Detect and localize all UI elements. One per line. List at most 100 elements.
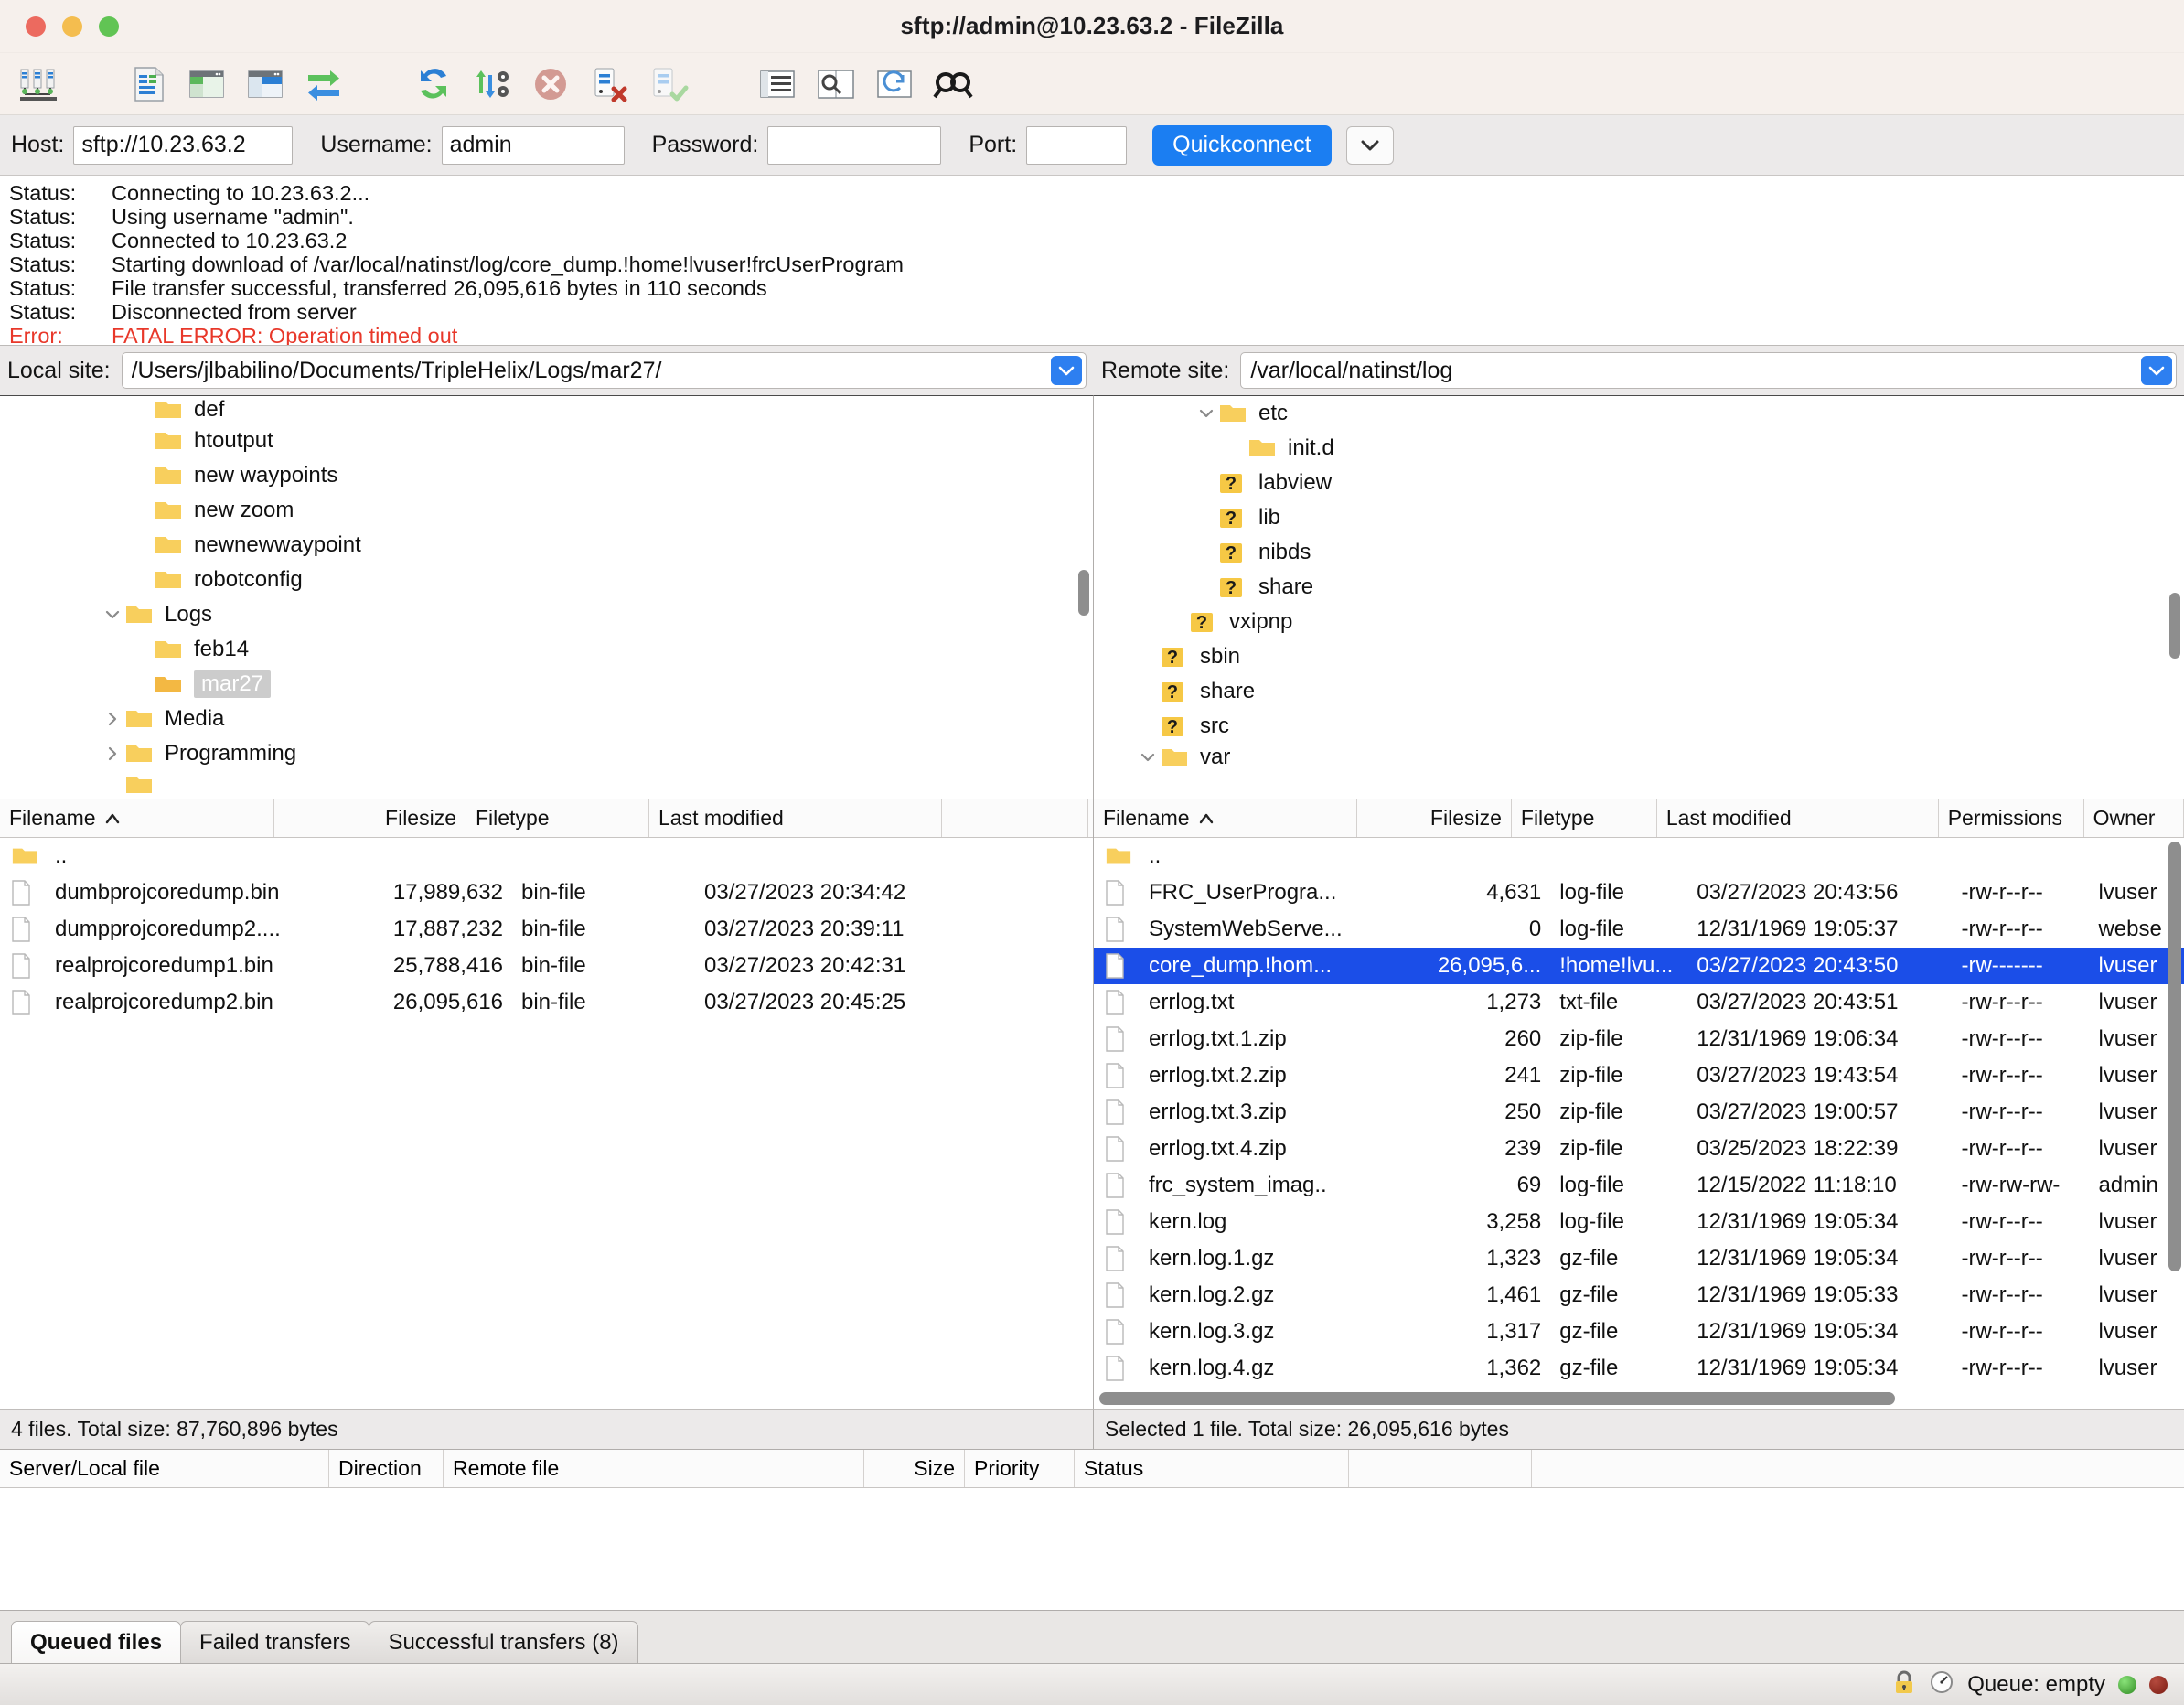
username-input[interactable]: [441, 125, 625, 165]
local-tree-scrollbar[interactable]: [1078, 570, 1089, 616]
column-header-filename[interactable]: Filename: [0, 799, 274, 837]
tab-queued-files[interactable]: Queued files: [11, 1621, 182, 1663]
table-row[interactable]: realprojcoredump2.bin 26,095,616 bin-file 0…: [0, 984, 1093, 1021]
cancel-icon[interactable]: [521, 56, 580, 113]
tab-successful-transfers[interactable]: Successful transfers (8): [369, 1621, 638, 1663]
tree-item[interactable]: new waypoints: [0, 458, 1093, 493]
local-site-combobox[interactable]: /Users/jlbabilino/Documents/TripleHelix/…: [121, 352, 1087, 389]
chevron-down-icon[interactable]: [1198, 405, 1215, 422]
table-row[interactable]: ..: [1094, 838, 2184, 874]
minimize-button[interactable]: [62, 16, 82, 37]
tree-item[interactable]: ? share: [1094, 570, 2184, 605]
reconnect-icon[interactable]: [638, 56, 697, 113]
tree-disclosure-toggle[interactable]: [101, 711, 124, 727]
table-row[interactable]: kern.log.2.gz 1,461 gz-file 12/31/1969 19:0…: [1094, 1277, 2184, 1314]
table-row[interactable]: errlog.txt.3.zip 250 zip-file 03/27/2023 19…: [1094, 1094, 2184, 1131]
column-header-permissions[interactable]: Permissions: [1939, 799, 2084, 837]
table-row[interactable]: dumpprojcoredump2.... 17,887,232 bin-file 0…: [0, 911, 1093, 948]
tree-item[interactable]: feb14: [0, 632, 1093, 667]
table-row[interactable]: FRC_UserProgra... 4,631 log-file 03/27/2023…: [1094, 874, 2184, 911]
toggle-remote-tree-icon[interactable]: [236, 56, 294, 113]
remote-list-vertical-scrollbar[interactable]: [2168, 842, 2181, 1271]
tree-item[interactable]: init.d: [1094, 431, 2184, 466]
table-row[interactable]: kern.log.3.gz 1,317 gz-file 12/31/1969 19:0…: [1094, 1314, 2184, 1350]
queue-column-server-local-file[interactable]: Server/Local file: [0, 1450, 329, 1487]
column-header-last-modified[interactable]: Last modified: [1657, 799, 1939, 837]
tree-item[interactable]: ? nibds: [1094, 535, 2184, 570]
remote-site-dropdown-arrow[interactable]: [2141, 356, 2172, 385]
tree-item[interactable]: Logs: [0, 597, 1093, 632]
toggle-local-tree-icon[interactable]: [177, 56, 236, 113]
disconnect-icon[interactable]: [580, 56, 638, 113]
tree-item[interactable]: newnewwaypoint: [0, 528, 1093, 563]
table-row[interactable]: realprojcoredump1.bin 25,788,416 bin-file 0…: [0, 948, 1093, 984]
column-header-filesize[interactable]: Filesize: [1357, 799, 1512, 837]
tree-item[interactable]: ? share: [1094, 674, 2184, 709]
process-queue-icon[interactable]: [463, 56, 521, 113]
table-row[interactable]: errlog.txt.1.zip 260 zip-file 12/31/1969 19…: [1094, 1021, 2184, 1057]
chevron-down-icon[interactable]: [104, 606, 121, 623]
tree-disclosure-toggle[interactable]: [1194, 405, 1218, 422]
close-button[interactable]: [26, 16, 46, 37]
queue-body[interactable]: [0, 1488, 2184, 1610]
local-file-list[interactable]: Filename Filesize Filetype Last modified…: [0, 799, 1094, 1409]
column-header-owner[interactable]: Owner: [2084, 799, 2184, 837]
table-row[interactable]: errlog.txt 1,273 txt-file 03/27/2023 20:43:…: [1094, 984, 2184, 1021]
table-row[interactable]: kern.log 3,258 log-file 12/31/1969 19:05:34…: [1094, 1204, 2184, 1240]
column-header-spacer[interactable]: [942, 799, 1088, 837]
table-row[interactable]: ..: [0, 838, 1093, 874]
site-manager-icon[interactable]: [9, 56, 68, 113]
tree-item[interactable]: var: [1094, 744, 2184, 771]
toggle-transfer-queue-icon[interactable]: [294, 56, 353, 113]
table-row[interactable]: kern.log.1.gz 1,323 gz-file 12/31/1969 19:0…: [1094, 1240, 2184, 1277]
table-row[interactable]: frc_system_imag.. 69 log-file 12/15/2022 11…: [1094, 1167, 2184, 1204]
table-row[interactable]: errlog.txt.4.zip 239 zip-file 03/25/2023 18…: [1094, 1131, 2184, 1167]
chevron-right-icon[interactable]: [104, 745, 121, 762]
chevron-right-icon[interactable]: [104, 711, 121, 727]
tree-item[interactable]: ? lib: [1094, 500, 2184, 535]
column-header-last-modified[interactable]: Last modified: [649, 799, 942, 837]
refresh-icon[interactable]: [404, 56, 463, 113]
column-header-filesize[interactable]: Filesize: [274, 799, 466, 837]
tree-disclosure-toggle[interactable]: [101, 745, 124, 762]
find-files-icon[interactable]: [924, 56, 982, 113]
quickconnect-history-dropdown[interactable]: [1345, 125, 1394, 165]
remote-directory-tree[interactable]: etc init.d? labview? lib? nibds? share? vxipnp…: [1094, 395, 2184, 799]
tree-item[interactable]: robotconfig: [0, 563, 1093, 597]
remote-list-horizontal-scrollbar[interactable]: [1099, 1392, 1895, 1405]
tree-item[interactable]: [0, 771, 1093, 799]
table-row[interactable]: core_dump.!hom... 26,095,6... !home!lvu...…: [1094, 948, 2184, 984]
tree-item[interactable]: etc: [1094, 396, 2184, 431]
queue-column-direction[interactable]: Direction: [329, 1450, 444, 1487]
tree-item[interactable]: mar27: [0, 667, 1093, 702]
host-input[interactable]: [73, 125, 294, 165]
table-row[interactable]: errlog.txt.2.zip 241 zip-file 03/27/2023 19…: [1094, 1057, 2184, 1094]
remote-tree-scrollbar[interactable]: [2169, 593, 2180, 659]
tree-item[interactable]: ? vxipnp: [1094, 605, 2184, 639]
tree-disclosure-toggle[interactable]: [1136, 749, 1160, 766]
column-header-filename[interactable]: Filename: [1094, 799, 1357, 837]
local-site-dropdown-arrow[interactable]: [1051, 356, 1082, 385]
tree-disclosure-toggle[interactable]: [101, 606, 124, 623]
table-row[interactable]: kern.log.4.gz 1,362 gz-file 12/31/1969 19:0…: [1094, 1350, 2184, 1387]
column-header-filetype[interactable]: Filetype: [466, 799, 649, 837]
queue-column-remote-file[interactable]: Remote file: [444, 1450, 864, 1487]
remote-site-combobox[interactable]: /var/local/natinst/log: [1240, 352, 2177, 389]
tree-item[interactable]: ? src: [1094, 709, 2184, 744]
tree-item[interactable]: ? labview: [1094, 466, 2184, 500]
queue-column-spacer[interactable]: [1349, 1450, 1532, 1487]
column-header-filetype[interactable]: Filetype: [1512, 799, 1657, 837]
port-input[interactable]: [1026, 125, 1128, 165]
tree-item[interactable]: def: [0, 396, 1093, 424]
tree-item[interactable]: Programming: [0, 736, 1093, 771]
remote-file-list[interactable]: Filename Filesize Filetype Last modified…: [1094, 799, 2184, 1409]
chevron-down-icon[interactable]: [1140, 749, 1156, 766]
queue-column-status[interactable]: Status: [1075, 1450, 1349, 1487]
compare-directories-icon[interactable]: [807, 56, 865, 113]
toggle-message-log-icon[interactable]: [119, 56, 177, 113]
tree-item[interactable]: new zoom: [0, 493, 1093, 528]
tab-failed-transfers[interactable]: Failed transfers: [180, 1621, 370, 1663]
tree-item[interactable]: htoutput: [0, 424, 1093, 458]
message-log[interactable]: Status: Connecting to 10.23.63.2... Status…: [0, 176, 2184, 346]
synchronized-browsing-icon[interactable]: [865, 56, 924, 113]
